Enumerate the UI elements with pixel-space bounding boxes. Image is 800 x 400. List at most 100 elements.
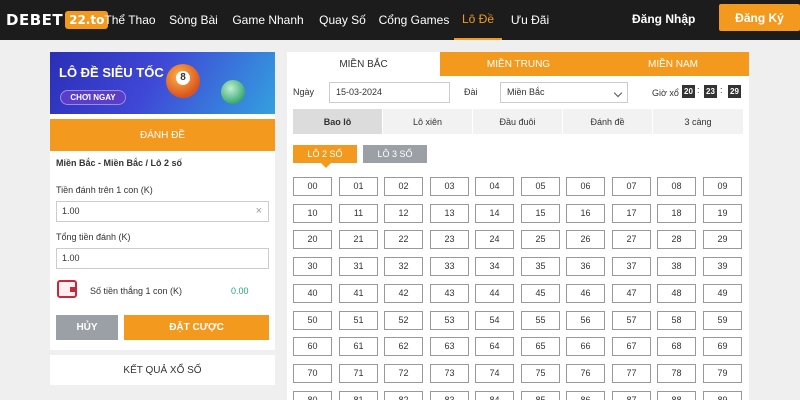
clear-icon[interactable]: × [256,202,262,221]
number-cell[interactable]: 53 [430,311,469,330]
number-cell[interactable]: 63 [430,337,469,356]
number-cell[interactable]: 71 [339,364,378,383]
number-cell[interactable]: 24 [475,230,514,249]
brand-logo[interactable]: DEBET 22.to [6,9,109,31]
station-select[interactable]: Miền Bắc [500,82,628,103]
total-input[interactable]: 1.00 [56,248,269,269]
number-cell[interactable]: 15 [521,204,560,223]
number-cell[interactable]: 40 [293,284,332,303]
number-cell[interactable]: 68 [657,337,696,356]
number-cell[interactable]: 31 [339,257,378,276]
number-cell[interactable]: 49 [703,284,742,303]
number-cell[interactable]: 79 [703,364,742,383]
number-cell[interactable]: 69 [703,337,742,356]
number-cell[interactable]: 87 [612,391,651,400]
number-cell[interactable]: 14 [475,204,514,223]
number-cell[interactable]: 74 [475,364,514,383]
number-cell[interactable]: 09 [703,177,742,196]
number-cell[interactable]: 61 [339,337,378,356]
number-cell[interactable]: 55 [521,311,560,330]
lottery-results-link[interactable]: KẾT QUẢ XỔ SỐ [50,355,275,385]
number-cell[interactable]: 42 [384,284,423,303]
number-cell[interactable]: 88 [657,391,696,400]
number-cell[interactable]: 72 [384,364,423,383]
number-cell[interactable]: 04 [475,177,514,196]
number-cell[interactable]: 77 [612,364,651,383]
number-cell[interactable]: 27 [612,230,651,249]
number-cell[interactable]: 34 [475,257,514,276]
number-cell[interactable]: 65 [521,337,560,356]
number-cell[interactable]: 05 [521,177,560,196]
number-cell[interactable]: 59 [703,311,742,330]
number-cell[interactable]: 21 [339,230,378,249]
number-cell[interactable]: 82 [384,391,423,400]
tab-mien-bac[interactable]: MIỀN BẮC [287,52,440,76]
nav-cong-games[interactable]: Cổng Games [374,0,454,40]
number-cell[interactable]: 52 [384,311,423,330]
number-cell[interactable]: 67 [612,337,651,356]
number-cell[interactable]: 76 [566,364,605,383]
number-cell[interactable]: 06 [566,177,605,196]
number-cell[interactable]: 73 [430,364,469,383]
number-cell[interactable]: 86 [566,391,605,400]
tab-lo-3-so[interactable]: LÔ 3 SỐ [363,145,427,163]
number-cell[interactable]: 30 [293,257,332,276]
number-cell[interactable]: 62 [384,337,423,356]
number-cell[interactable]: 80 [293,391,332,400]
number-cell[interactable]: 39 [703,257,742,276]
number-cell[interactable]: 03 [430,177,469,196]
nav-uu-dai[interactable]: Ưu Đãi [502,0,558,40]
number-cell[interactable]: 48 [657,284,696,303]
tab-lo-xien[interactable]: Lô xiên [383,109,472,134]
number-cell[interactable]: 51 [339,311,378,330]
number-cell[interactable]: 50 [293,311,332,330]
number-cell[interactable]: 78 [657,364,696,383]
number-cell[interactable]: 23 [430,230,469,249]
number-cell[interactable]: 16 [566,204,605,223]
number-cell[interactable]: 35 [521,257,560,276]
number-cell[interactable]: 43 [430,284,469,303]
number-cell[interactable]: 56 [566,311,605,330]
nav-game-nhanh[interactable]: Game Nhanh [225,0,311,40]
number-cell[interactable]: 36 [566,257,605,276]
number-cell[interactable]: 32 [384,257,423,276]
cancel-button[interactable]: HỦY [56,315,118,340]
number-cell[interactable]: 41 [339,284,378,303]
number-cell[interactable]: 19 [703,204,742,223]
number-cell[interactable]: 01 [339,177,378,196]
number-cell[interactable]: 47 [612,284,651,303]
number-cell[interactable]: 17 [612,204,651,223]
per-unit-input[interactable]: 1.00 × [56,201,269,222]
number-cell[interactable]: 22 [384,230,423,249]
number-cell[interactable]: 38 [657,257,696,276]
tab-3-cang[interactable]: 3 càng [653,109,743,134]
number-cell[interactable]: 08 [657,177,696,196]
number-cell[interactable]: 60 [293,337,332,356]
register-button[interactable]: Đăng Ký [719,4,800,31]
tab-bao-lo[interactable]: Bao lô [293,109,382,134]
number-cell[interactable]: 13 [430,204,469,223]
number-cell[interactable]: 28 [657,230,696,249]
number-cell[interactable]: 70 [293,364,332,383]
number-cell[interactable]: 83 [430,391,469,400]
number-cell[interactable]: 84 [475,391,514,400]
number-cell[interactable]: 46 [566,284,605,303]
nav-lo-de[interactable]: Lô Đề [454,0,502,40]
number-cell[interactable]: 20 [293,230,332,249]
number-cell[interactable]: 81 [339,391,378,400]
number-cell[interactable]: 29 [703,230,742,249]
login-link[interactable]: Đăng Nhập [632,0,695,40]
promo-banner[interactable]: LÔ ĐỀ SIÊU TỐC CHƠI NGAY 8 [50,52,275,114]
tab-mien-trung[interactable]: MIỀN TRUNG [440,52,597,76]
number-cell[interactable]: 75 [521,364,560,383]
number-cell[interactable]: 26 [566,230,605,249]
tab-danh-de[interactable]: Đánh đề [563,109,652,134]
number-cell[interactable]: 37 [612,257,651,276]
number-cell[interactable]: 57 [612,311,651,330]
number-cell[interactable]: 45 [521,284,560,303]
nav-song-bai[interactable]: Sòng Bài [162,0,225,40]
number-cell[interactable]: 66 [566,337,605,356]
number-cell[interactable]: 89 [703,391,742,400]
tab-lo-2-so[interactable]: LÔ 2 SỐ [293,145,357,168]
nav-quay-so[interactable]: Quay Số [311,0,374,40]
